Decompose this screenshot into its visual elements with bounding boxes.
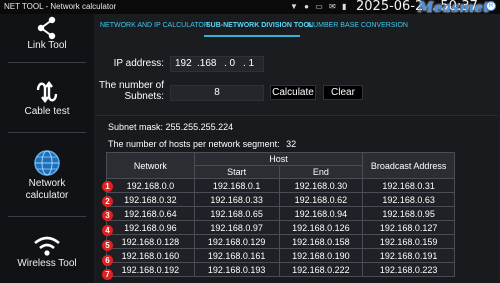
ip-octet-1[interactable]: 192 — [175, 57, 192, 71]
cell-broadcast: 192.168.0.63 — [362, 192, 455, 207]
status-icons: ▼ ● ▭ ✉ ▮ — [290, 2, 348, 11]
cell-broadcast: 192.168.0.191 — [362, 248, 455, 263]
dot-icon: ● — [304, 2, 311, 11]
status-bar: NET TOOL - Network calculator ▼ ● ▭ ✉ ▮ … — [0, 0, 500, 16]
battery-icon: ▭ — [315, 2, 325, 11]
cell-end: 192.168.0.158 — [278, 234, 364, 249]
table-row: 192.168.0.64 192.168.0.65 192.168.0.94 192.… — [106, 206, 455, 221]
sidebar-item-wireless-tool[interactable]: Wireless Tool — [0, 234, 94, 270]
ip-octet-2[interactable]: .168 — [197, 57, 216, 71]
hosts-per-segment-value: 32 — [286, 139, 297, 149]
row-number-badge: 1 — [102, 181, 113, 192]
subnet-mask-line: Subnet mask: 255.255.255.224 — [108, 122, 233, 132]
tab-sub-network-division[interactable]: SUB-NETWORK DIVISION TOOL — [206, 22, 313, 29]
cell-end: 192.168.0.126 — [278, 220, 364, 235]
cell-broadcast: 192.168.0.31 — [362, 178, 455, 193]
device-screen: NET TOOL - Network calculator ▼ ● ▭ ✉ ▮ … — [0, 0, 500, 283]
window-title: NET TOOL - Network calculator — [4, 2, 117, 11]
clear-button[interactable]: Clear — [323, 85, 363, 100]
cell-network: 192.168.0.64 — [106, 206, 195, 221]
cell-end: 192.168.0.30 — [278, 178, 364, 193]
cell-network: 192.168.0.96 — [106, 220, 195, 235]
ip-octet-3[interactable]: . 0 — [224, 57, 235, 71]
sidebar-item-network-calculator[interactable]: Network calculator — [0, 148, 94, 202]
sidebar-item-label: Network — [28, 178, 66, 189]
col-start-header: Start — [193, 165, 280, 179]
cell-broadcast: 192.168.0.95 — [362, 206, 455, 221]
cell-start: 192.168.0.33 — [193, 192, 280, 207]
ip-octet-4[interactable]: . 1 — [243, 57, 254, 71]
location-icon: ▼ — [290, 2, 300, 11]
globe-icon — [34, 150, 60, 176]
sidebar-item-label: Wireless Tool — [17, 258, 77, 269]
sidebar-item-label: Link Tool — [27, 40, 67, 51]
row-number-badge: 2 — [102, 195, 113, 207]
table-row: 192.168.0.192 192.168.0.193 192.168.0.222 1… — [106, 262, 455, 277]
share-icon — [37, 16, 56, 40]
subnet-table-body: 192.168.0.0 192.168.0.1 192.168.0.30 192.16… — [106, 178, 455, 277]
subnet-table: Network Host Broadcast Address Start End… — [106, 152, 455, 277]
col-host-header: Host — [193, 152, 364, 166]
cell-network: 192.168.0.0 — [106, 178, 195, 193]
table-row: 192.168.0.96 192.168.0.97 192.168.0.126 192… — [106, 220, 455, 235]
mail-icon: ✉ — [329, 2, 338, 11]
col-end-header: End — [278, 165, 364, 179]
calculate-button[interactable]: Calculate — [270, 85, 316, 100]
hosts-per-segment-label: The number of hosts per network segment: — [108, 139, 280, 149]
cell-end: 192.168.0.62 — [278, 192, 364, 207]
table-row: 192.168.0.32 192.168.0.33 192.168.0.62 192.… — [106, 192, 455, 207]
cell-network: 192.168.0.160 — [106, 248, 195, 263]
active-tab-indicator — [204, 35, 300, 37]
row-number-badge: 6 — [102, 254, 113, 266]
cell-start: 192.168.0.161 — [193, 248, 280, 263]
wifi-icon — [34, 236, 60, 256]
sidebar-item-label: Cable test — [24, 106, 70, 117]
cable-test-icon — [36, 81, 58, 103]
sidebar-item-link-tool[interactable]: Link Tool — [0, 16, 94, 52]
subnets-count-value: 8 — [214, 87, 220, 98]
col-broadcast-header: Broadcast Address — [362, 152, 455, 179]
sidebar-divider — [8, 62, 86, 63]
subnets-label: The number of Subnets: — [94, 80, 164, 102]
tab-number-base-conversion[interactable]: NUMBER BASE CONVERSION — [308, 22, 408, 29]
sidebar-divider — [8, 216, 86, 217]
col-network-header: Network — [106, 152, 195, 179]
ip-address-input[interactable]: 192 .168 . 0 . 1 — [170, 56, 264, 72]
sidebar-item-cable-test[interactable]: Cable test — [0, 78, 94, 118]
tab-network-ip-calculator[interactable]: NETWORK AND IP CALCULATOR — [100, 22, 209, 29]
subnets-label-line1: The number of — [98, 80, 164, 91]
cell-network: 192.168.0.32 — [106, 192, 195, 207]
subnet-mask-value: 255.255.255.224 — [165, 122, 234, 132]
cell-start: 192.168.0.65 — [193, 206, 280, 221]
cell-start: 192.168.0.97 — [193, 220, 280, 235]
subnet-mask-label: Subnet mask: — [108, 122, 164, 132]
sidebar-divider — [8, 132, 86, 133]
tab-bar: NETWORK AND IP CALCULATOR SUB-NETWORK DI… — [94, 14, 500, 38]
hosts-per-segment-line: The number of hosts per network segment:… — [108, 139, 296, 149]
cell-broadcast: 192.168.0.127 — [362, 220, 455, 235]
row-number-badge: 5 — [102, 239, 113, 251]
cell-network: 192.168.0.192 — [106, 262, 195, 277]
registered-mark: R — [486, 1, 496, 11]
cell-start: 192.168.0.129 — [193, 234, 280, 249]
cell-broadcast: 192.168.0.159 — [362, 234, 455, 249]
cell-end: 192.168.0.94 — [278, 206, 364, 221]
cell-broadcast: 192.168.0.223 — [362, 262, 455, 277]
table-row: 192.168.0.160 192.168.0.161 192.168.0.190 1… — [106, 248, 455, 263]
subnets-count-input[interactable]: 8 — [170, 85, 264, 101]
cell-network: 192.168.0.128 — [106, 234, 195, 249]
sidebar: Link Tool Cable test Network calculator — [0, 14, 94, 283]
ip-address-label: IP address: — [113, 58, 164, 69]
cell-end: 192.168.0.190 — [278, 248, 364, 263]
cell-end: 192.168.0.222 — [278, 262, 364, 277]
cell-start: 192.168.0.1 — [193, 178, 280, 193]
signal-icon: ▮ — [341, 2, 349, 11]
cell-start: 192.168.0.193 — [193, 262, 280, 277]
subnets-label-line2: Subnets: — [124, 91, 164, 102]
table-row: 192.168.0.0 192.168.0.1 192.168.0.30 192.16… — [106, 178, 455, 193]
table-row: 192.168.0.128 192.168.0.129 192.168.0.158 1… — [106, 234, 455, 249]
sidebar-item-label-line2: calculator — [25, 190, 69, 201]
